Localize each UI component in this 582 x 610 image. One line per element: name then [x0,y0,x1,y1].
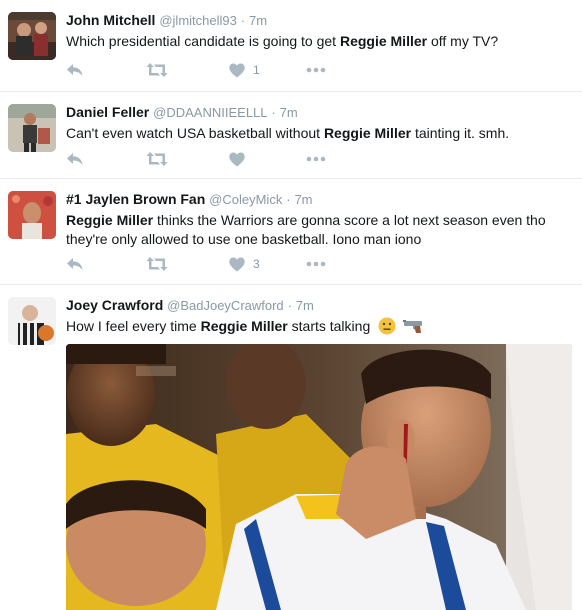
user-handle[interactable]: @jlmitchell93 [159,13,237,28]
more-button[interactable] [306,149,326,169]
basketball-player-photo [66,344,572,610]
text-segment: How I feel every time [66,318,201,334]
retweet-icon [146,63,168,77]
timestamp[interactable]: 7m [294,192,312,207]
like-count: 3 [253,257,260,271]
text-segment: Which presidential candidate is going to… [66,33,340,49]
tweet[interactable]: John Mitchell @jlmitchell93 · 7m Which p… [0,0,582,92]
heart-icon [229,152,245,166]
user-name[interactable]: John Mitchell [66,12,155,28]
pistol-emoji [403,320,423,333]
tweet-actions: 3 [66,254,366,274]
heart-icon [229,63,245,77]
tweet-header: Joey Crawford @BadJoeyCrawford · 7m [66,297,314,313]
highlight-text: Reggie Miller [66,212,154,228]
user-handle[interactable]: @ColeyMick [209,192,282,207]
more-button[interactable] [306,254,326,274]
tweet-text: Can't even watch USA basketball without … [66,124,566,143]
retweet-button[interactable] [146,149,168,169]
avatar[interactable] [8,297,56,345]
highlight-text: Reggie Miller [323,125,412,141]
reply-icon [67,64,83,76]
text-segment: tainting it. smh. [411,125,510,141]
more-button[interactable] [306,60,326,80]
retweet-icon [146,152,168,166]
reply-button[interactable] [66,149,84,169]
tweet[interactable]: Daniel Feller @DDAANNIIEELLL · 7m Can't … [0,92,582,179]
retweet-button[interactable] [146,60,168,80]
tweet-text: How I feel every time Reggie Miller star… [66,317,566,336]
reply-button[interactable] [66,254,84,274]
like-button[interactable]: 3 [229,254,260,274]
timestamp[interactable]: 7m [280,105,298,120]
tweet-actions: 1 [66,60,366,80]
reply-icon [67,258,83,270]
avatar[interactable] [8,104,56,152]
avatar[interactable] [8,12,56,60]
separator: · [271,105,276,120]
timestamp[interactable]: 7m [296,298,314,313]
like-button[interactable] [229,149,253,169]
highlight-text: Reggie Miller [200,318,288,334]
separator: · [287,298,292,313]
timestamp[interactable]: 7m [249,13,267,28]
user-name[interactable]: Joey Crawford [66,297,163,313]
tweet[interactable]: #1 Jaylen Brown Fan @ColeyMick · 7m Regg… [0,179,582,285]
like-count: 1 [253,63,260,77]
user-name[interactable]: Daniel Feller [66,104,149,120]
tweet-text: Which presidential candidate is going to… [66,32,566,51]
user-name[interactable]: #1 Jaylen Brown Fan [66,191,205,207]
tweet-header: John Mitchell @jlmitchell93 · 7m [66,12,267,28]
more-icon [306,261,326,267]
text-segment: off my TV? [427,33,499,49]
text-segment: Can't even watch USA basketball without [66,125,324,141]
like-button[interactable]: 1 [229,60,260,80]
separator: · [286,192,291,207]
more-icon [306,156,326,162]
avatar[interactable] [8,191,56,239]
separator: · [240,13,246,28]
tweet-header: #1 Jaylen Brown Fan @ColeyMick · 7m [66,191,313,207]
retweet-button[interactable] [146,254,168,274]
tweet-text: Reggie Miller thinks the Warriors are go… [66,211,566,249]
neutral-face-emoji [378,317,396,335]
reply-icon [67,153,83,165]
retweet-icon [146,257,168,271]
reply-button[interactable] [66,60,84,80]
highlight-text: Reggie Miller [339,33,428,49]
tweet-header: Daniel Feller @DDAANNIIEELLL · 7m [66,104,298,120]
user-handle[interactable]: @DDAANNIIEELLL [153,105,267,120]
user-handle[interactable]: @BadJoeyCrawford [167,298,284,313]
text-segment: starts talking [287,318,371,334]
heart-icon [229,257,245,271]
more-icon [306,67,326,73]
tweet-actions [66,149,366,169]
tweet-feed: John Mitchell @jlmitchell93 · 7m Which p… [0,0,582,610]
tweet-photo[interactable] [66,344,572,610]
